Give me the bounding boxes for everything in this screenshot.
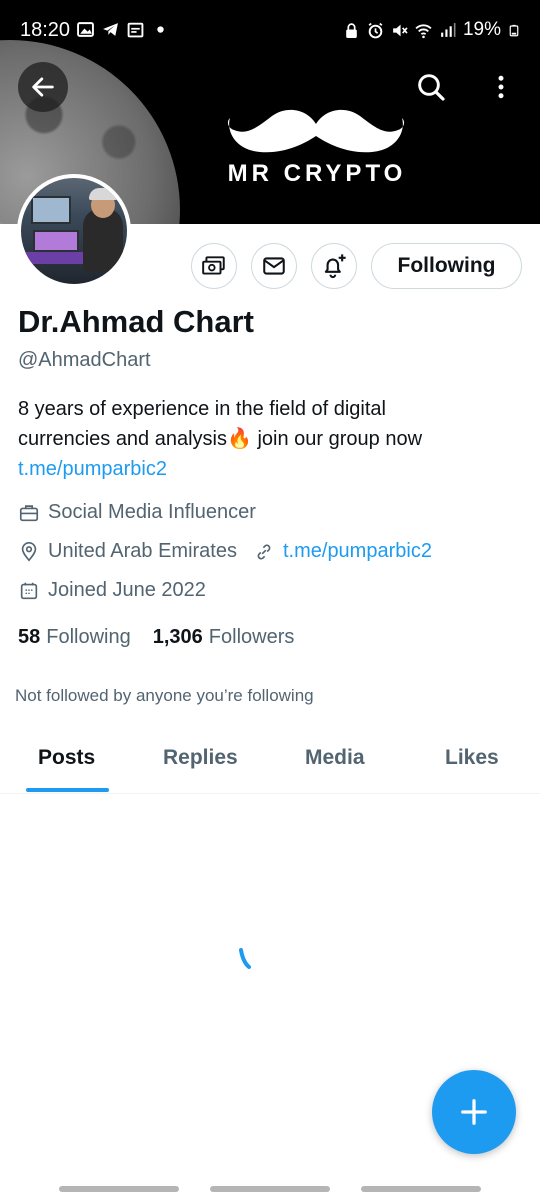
- status-system-icons: 19%: [343, 19, 520, 41]
- status-time: 18:20: [20, 19, 71, 41]
- money-icon: [202, 256, 225, 275]
- profile-bio: 8 years of experience in the field of di…: [18, 394, 518, 484]
- bio-text-rest: join our group now: [251, 428, 423, 450]
- battery-icon: [509, 24, 519, 36]
- profile-tabs: Posts Replies Media Likes: [0, 730, 540, 794]
- profile-handle: @AhmadChart: [18, 349, 151, 371]
- follow-counts: 58 Following 1,306 Followers: [18, 626, 294, 649]
- followers-label: Followers: [208, 626, 295, 648]
- search-icon: [418, 74, 445, 101]
- avatar-monitor-2: [33, 230, 79, 252]
- profile-location: United Arab Emirates: [48, 540, 237, 562]
- back-button[interactable]: [18, 62, 68, 112]
- bio-link[interactable]: t.me/pumparbic2: [18, 454, 518, 484]
- followers-count-link[interactable]: 1,306 Followers: [153, 626, 295, 649]
- alarm-icon: [368, 22, 383, 38]
- bell-plus-icon: [324, 254, 346, 279]
- calendar-icon: [18, 580, 40, 602]
- joined-row: Joined June 2022: [18, 579, 206, 602]
- mute-icon: [393, 24, 408, 36]
- status-bar: 18:20 19%: [0, 0, 540, 60]
- battery-level: 19%: [462, 19, 501, 40]
- bio-text: currencies and analysis: [18, 428, 227, 450]
- tab-media[interactable]: Media: [305, 746, 365, 770]
- loading-spinner-icon: [239, 948, 251, 969]
- dot-icon: [157, 26, 164, 33]
- signal-icon: [441, 22, 456, 37]
- profile-joined-date: Joined June 2022: [48, 579, 206, 601]
- briefcase-icon: [18, 502, 40, 524]
- following-label: Following: [46, 626, 131, 648]
- calendar-status-icon: [127, 22, 144, 38]
- following-count: 58: [18, 626, 41, 648]
- category-row: Social Media Influencer: [18, 501, 256, 524]
- bio-line-1: 8 years of experience in the field of di…: [18, 398, 386, 420]
- gallery-icon: [77, 22, 94, 37]
- tab-replies[interactable]: Replies: [163, 746, 238, 770]
- location-pin-icon: [18, 541, 40, 563]
- envelope-icon: [263, 257, 285, 275]
- telegram-icon: [103, 23, 118, 36]
- compose-post-button[interactable]: [432, 1070, 516, 1154]
- wifi-icon: [415, 23, 432, 38]
- profile-website-link[interactable]: t.me/pumparbic2: [283, 540, 432, 563]
- bio-line-2: currencies and analysis🔥 join our group …: [18, 424, 518, 454]
- profile-category: Social Media Influencer: [48, 501, 256, 523]
- banner-brand-text: MR CRYPTO: [227, 160, 407, 187]
- followers-count: 1,306: [152, 626, 203, 648]
- plus-icon: [461, 1099, 487, 1125]
- link-icon: [253, 541, 275, 563]
- message-button[interactable]: [251, 243, 297, 289]
- profile-name: Dr.Ahmad Chart: [18, 304, 254, 339]
- fire-emoji: 🔥: [227, 428, 252, 450]
- more-vertical-icon: [498, 75, 504, 99]
- nav-back[interactable]: [361, 1186, 481, 1192]
- profile-avatar[interactable]: [17, 174, 131, 288]
- tip-button[interactable]: [191, 243, 237, 289]
- lock-status-icon: [346, 22, 357, 38]
- not-followed-notice: Not followed by anyone you’re following: [15, 686, 314, 705]
- notifications-button[interactable]: [311, 243, 357, 289]
- nav-recents[interactable]: [59, 1186, 179, 1192]
- system-navigation-bar: [0, 1180, 540, 1200]
- nav-home[interactable]: [210, 1186, 330, 1192]
- location-website-row: United Arab Emirates t.me/pumparbic2: [18, 540, 432, 563]
- avatar-cap: [89, 188, 117, 200]
- status-notification-icons: [77, 21, 169, 38]
- search-button[interactable]: [406, 62, 456, 112]
- tab-posts[interactable]: Posts: [38, 746, 95, 770]
- mustache-logo: [227, 109, 405, 153]
- avatar-monitor-1: [31, 196, 71, 224]
- following-button[interactable]: Following: [371, 243, 522, 289]
- arrow-left-icon: [32, 77, 54, 97]
- following-count-link[interactable]: 58 Following: [18, 626, 131, 649]
- active-tab-indicator: [26, 788, 109, 792]
- tab-likes[interactable]: Likes: [445, 746, 499, 770]
- more-options-button[interactable]: [476, 62, 526, 112]
